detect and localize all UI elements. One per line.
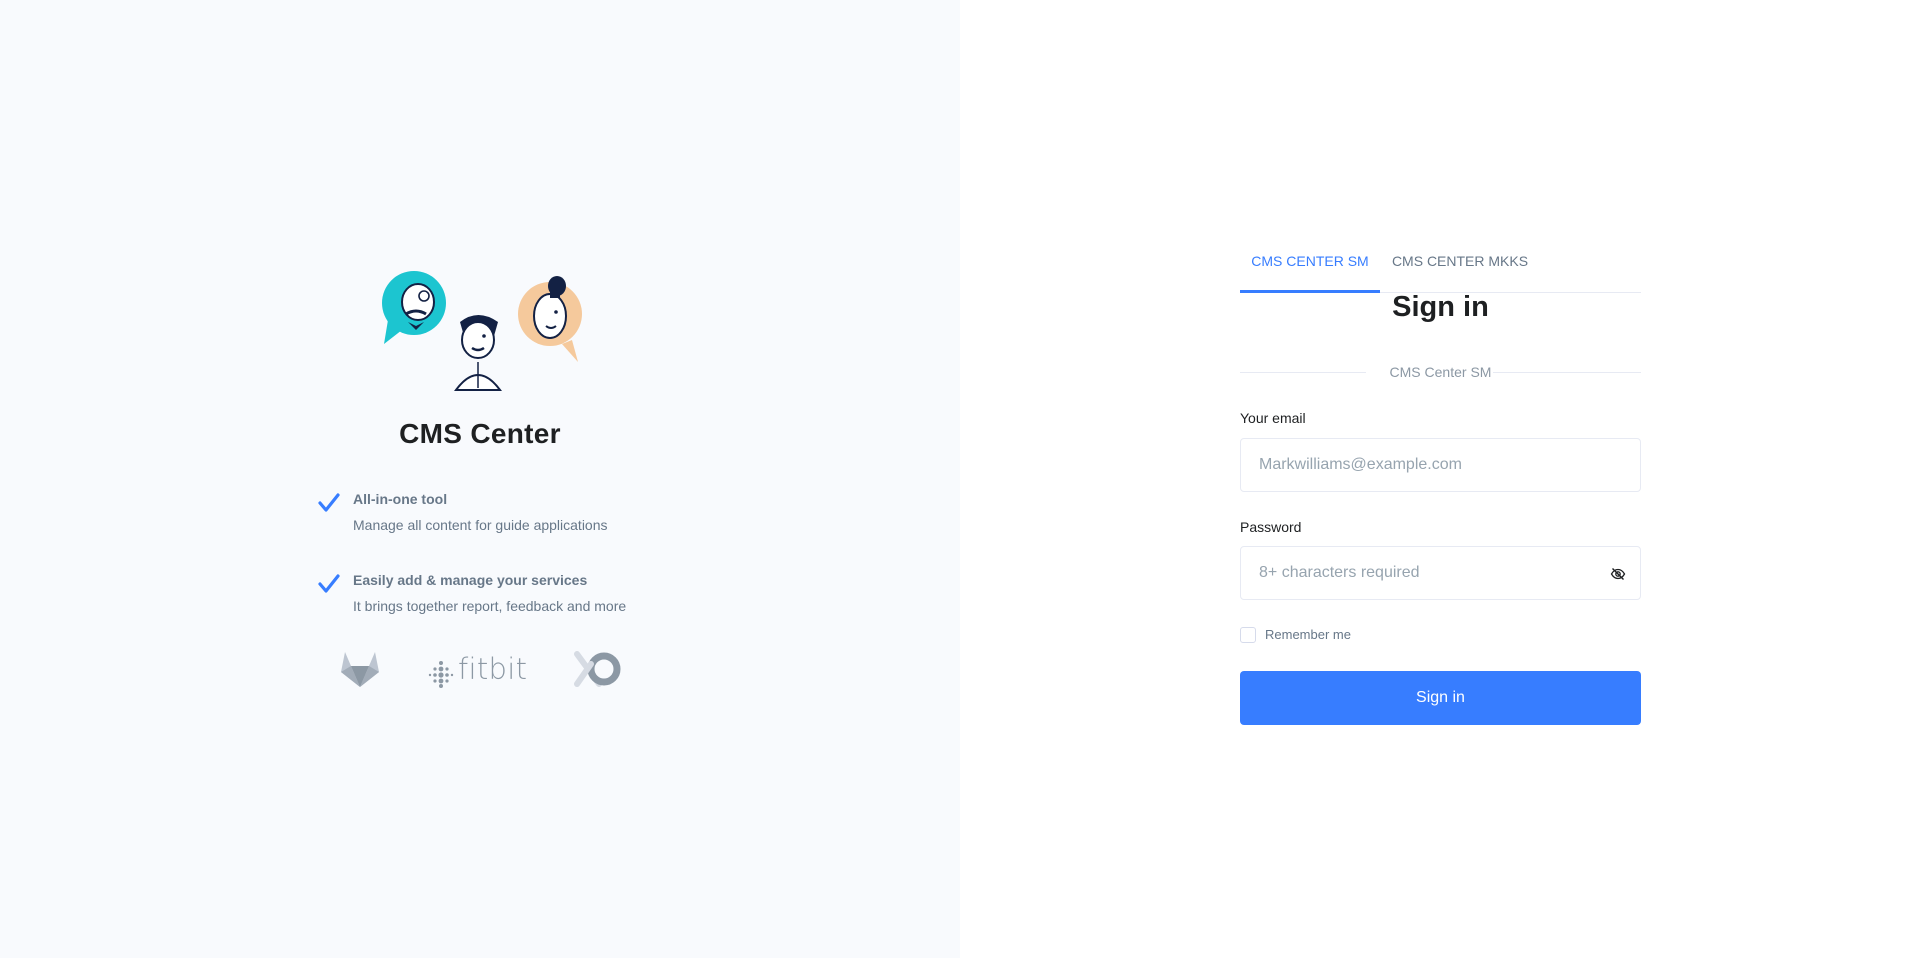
- page-title: Sign in: [1392, 291, 1489, 323]
- sign-in-button[interactable]: Sign in: [1240, 671, 1641, 725]
- ring-logo: [574, 650, 624, 693]
- password-label: Password: [1240, 519, 1302, 535]
- remember-me-checkbox[interactable]: [1240, 627, 1256, 643]
- brand-title: CMS Center: [399, 418, 561, 449]
- hero-panel: CMS Center All-in-one tool Manage all co…: [0, 0, 960, 958]
- eye-slash-icon[interactable]: [1610, 566, 1626, 582]
- tab-cms-center-sm[interactable]: CMS CENTER SM: [1240, 240, 1380, 293]
- feature-description: It brings together report, feedback and …: [353, 598, 627, 614]
- section-divider: CMS Center SM: [1240, 362, 1641, 382]
- check-icon: [318, 574, 340, 593]
- password-field-wrapper: [1240, 546, 1641, 600]
- check-icon: [318, 493, 340, 512]
- auth-tabs: CMS CENTER SM CMS CENTER MKKS: [1240, 240, 1641, 293]
- gitlab-logo: [340, 650, 380, 693]
- password-field[interactable]: [1241, 547, 1640, 599]
- email-field[interactable]: [1241, 439, 1640, 491]
- people-avatars-illustration: [380, 270, 590, 392]
- feature-title: Easily add & manage your services: [353, 572, 588, 588]
- partner-logos: fitbit: [340, 648, 640, 692]
- tab-cms-center-mkks[interactable]: CMS CENTER MKKS: [1380, 240, 1540, 293]
- email-label: Your email: [1240, 410, 1306, 426]
- divider-line: [1493, 372, 1641, 373]
- feature-description: Manage all content for guide application…: [353, 517, 608, 533]
- feature-title: All-in-one tool: [353, 491, 448, 507]
- email-field-wrapper: [1240, 438, 1641, 492]
- fitbit-wordmark: fitbit: [458, 652, 528, 686]
- remember-me-label: Remember me: [1265, 627, 1351, 642]
